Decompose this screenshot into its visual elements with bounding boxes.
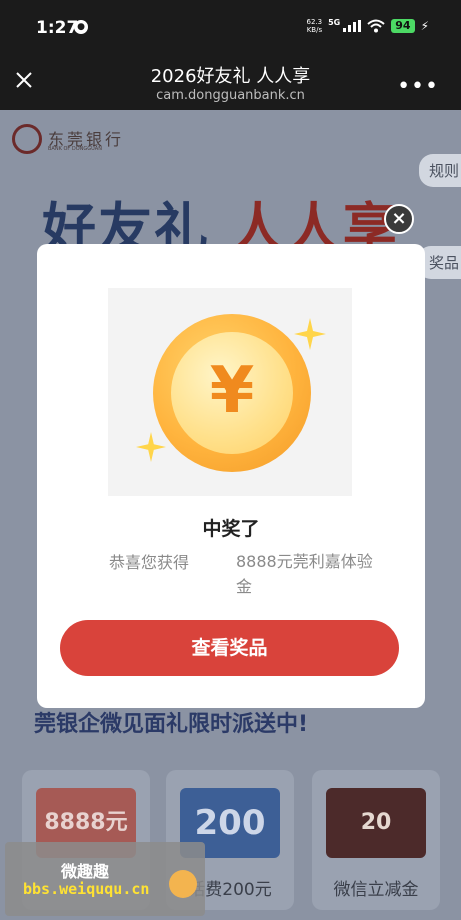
bank-logo-icon — [12, 124, 42, 154]
status-bar: 1:27 ● 62.3 KB/s 5G 94 ⚡ — [0, 0, 461, 58]
modal-title: 中奖了 — [202, 518, 260, 540]
status-time: 1:27 — [36, 18, 79, 38]
watermark-line1: 微趣趣 — [61, 862, 110, 881]
page-domain: cam.dongguanbank.cn — [156, 88, 305, 103]
rules-tab[interactable]: 规则 — [418, 154, 461, 187]
bank-name-en: BANK OF DONGGUAN — [48, 146, 102, 152]
net-speed-value: 62.3 — [306, 18, 323, 26]
yen-symbol: ¥ — [209, 354, 255, 428]
coin-icon: ¥ — [153, 314, 311, 472]
network-speed: 62.3 KB/s — [307, 18, 323, 34]
prize-modal: ¥ 中奖了 恭喜您获得 8888元莞利嘉体验金 查看奖品 — [37, 244, 425, 708]
view-prize-button[interactable]: 查看奖品 — [60, 620, 399, 676]
net-speed-unit: KB/s — [306, 26, 323, 34]
signal-icon — [343, 20, 362, 32]
promo-banner-text: 莞银企微见面礼限时派送中! — [34, 712, 309, 737]
more-options-icon[interactable]: ••• — [397, 74, 439, 99]
gift-card-image: 20 — [326, 788, 426, 858]
coin-inner: ¥ — [171, 332, 293, 454]
wifi-icon — [367, 19, 385, 33]
prize-detail-label: 恭喜您获得 — [109, 553, 190, 572]
sparkle-icon — [294, 318, 326, 350]
gift-card-wechat[interactable]: 20 微信立减金 — [312, 770, 440, 910]
watermark-url: bbs.weiququ.cn — [23, 880, 150, 898]
watermark: 微趣趣 bbs.weiququ.cn — [5, 842, 205, 916]
prize-detail-value: 8888元莞利嘉体验金 — [236, 552, 373, 596]
charging-icon: ⚡ — [420, 19, 429, 33]
modal-close-button[interactable]: × — [384, 204, 414, 234]
page-title: 2026好友礼 人人享 — [150, 66, 311, 87]
browser-title-bar: 2026好友礼 人人享 cam.dongguanbank.cn ••• — [0, 58, 461, 110]
battery-indicator: 94 — [391, 19, 415, 33]
notification-icon: ● — [74, 20, 88, 34]
gift-card-label: 微信立减金 — [333, 880, 419, 900]
prize-image: ¥ — [108, 288, 352, 496]
status-indicators: 62.3 KB/s 5G 94 ⚡ — [307, 17, 429, 35]
watermark-mascot-icon — [169, 870, 197, 898]
sparkle-icon — [136, 432, 166, 462]
network-type: 5G — [328, 17, 341, 27]
